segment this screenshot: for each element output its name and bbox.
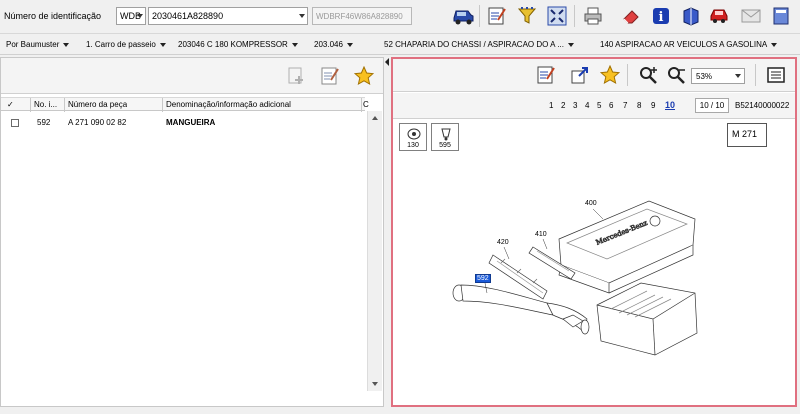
- callout-420[interactable]: 420: [497, 239, 509, 246]
- add-to-list-icon[interactable]: [285, 65, 307, 87]
- fullscreen-icon[interactable]: [546, 5, 568, 27]
- air-filter-housing: [596, 282, 698, 356]
- chevron-down-icon: [159, 42, 166, 47]
- chevron-down-icon: [771, 42, 778, 47]
- breadcrumb-item-model[interactable]: 203046 C 180 KOMPRESSOR: [178, 40, 298, 49]
- print-icon[interactable]: [582, 5, 604, 27]
- drawing-toolbar: 53%: [393, 59, 795, 92]
- table-row[interactable]: 592 A 271 090 02 82 MANGUEIRA: [1, 116, 365, 130]
- parts-list-scrollbar[interactable]: [367, 111, 382, 391]
- chevron-down-icon: [63, 42, 70, 47]
- page-link-4[interactable]: 4: [585, 101, 589, 110]
- car-service-icon[interactable]: [708, 5, 730, 27]
- help-book-icon[interactable]: [770, 5, 792, 27]
- exploded-view-drawing[interactable]: 130 595 M 271 Mercedes-Benz 400 420 410 …: [397, 123, 793, 403]
- scroll-up-icon[interactable]: [372, 116, 378, 120]
- chevron-down-icon: [291, 42, 298, 47]
- scroll-down-icon[interactable]: [372, 382, 378, 386]
- favorite-star-icon[interactable]: [353, 65, 375, 87]
- identification-label: Número de identificação: [4, 11, 102, 21]
- chassis-input[interactable]: 2030461A828890: [148, 7, 308, 25]
- edit-notes-icon[interactable]: [486, 5, 508, 27]
- intake-hose-592: [452, 284, 590, 335]
- breadcrumb-item-subgroup[interactable]: 140 ASPIRACAO AR VEICULOS A GASOLINA: [600, 40, 778, 49]
- column-header-part-number[interactable]: Número da peça: [68, 100, 127, 109]
- vehicle-icon[interactable]: [452, 5, 474, 27]
- callout-400[interactable]: 400: [585, 200, 597, 207]
- page-link-3[interactable]: 3: [573, 101, 577, 110]
- drawing-panel: 53% 1 2 3 4 5 6 7 8 9 10 10 / 10 B521400…: [391, 57, 797, 407]
- expand-window-icon[interactable]: [569, 64, 591, 86]
- chevron-down-icon: [346, 42, 353, 47]
- status-bar: [0, 407, 800, 414]
- chassis-value: 2030461A828890: [152, 11, 224, 21]
- zoom-level-value: 53%: [696, 72, 713, 81]
- callout-410[interactable]: 410: [535, 231, 547, 238]
- breadcrumb-item-baumuster[interactable]: Por Baumuster: [6, 40, 70, 49]
- prefix-select[interactable]: WDB: [116, 7, 146, 25]
- breadcrumb: Por Baumuster 1. Carro de passeio 203046…: [0, 35, 800, 55]
- top-toolbar: Número de identificação WDB 2030461A8288…: [0, 0, 800, 34]
- info-icon[interactable]: i: [650, 5, 672, 27]
- page-link-active[interactable]: 10: [665, 100, 675, 110]
- drawing-id: B52140000022: [735, 101, 790, 110]
- parts-list-toolbar: [1, 58, 383, 94]
- collapse-arrow-icon[interactable]: [384, 57, 390, 67]
- zoom-level-select[interactable]: 53%: [691, 68, 745, 84]
- callout-592-highlighted[interactable]: 592: [475, 274, 491, 283]
- edit-notes-icon[interactable]: [319, 65, 341, 87]
- row-description: MANGUEIRA: [166, 118, 216, 127]
- document-list-icon[interactable]: [765, 64, 787, 86]
- parts-filter-icon[interactable]: [516, 5, 538, 27]
- page-link-1[interactable]: 1: [549, 101, 553, 110]
- page-navigation: 1 2 3 4 5 6 7 8 9 10 10 / 10 B5214000002…: [393, 93, 795, 119]
- eraser-icon[interactable]: [620, 5, 642, 27]
- page-link-9[interactable]: 9: [651, 101, 655, 110]
- parts-diagram: Mercedes-Benz: [452, 200, 698, 356]
- row-item-no: 592: [37, 118, 51, 127]
- manual-book-icon[interactable]: [680, 5, 702, 27]
- row-part-number: A 271 090 02 82: [68, 118, 127, 127]
- column-header-select[interactable]: ✓: [7, 100, 14, 109]
- column-header-extra[interactable]: C: [363, 100, 369, 109]
- chevron-down-icon: [567, 42, 574, 47]
- page-link-7[interactable]: 7: [623, 101, 627, 110]
- column-header-description[interactable]: Denominação/informação adicional: [166, 100, 291, 109]
- breadcrumb-item-vehicle-class[interactable]: 1. Carro de passeio: [86, 40, 166, 49]
- page-link-8[interactable]: 8: [637, 101, 641, 110]
- page-counter: 10 / 10: [695, 98, 729, 113]
- panel-splitter[interactable]: [384, 57, 390, 407]
- svg-text:i: i: [659, 10, 664, 25]
- zoom-out-icon[interactable]: [665, 64, 687, 86]
- edit-notes-icon[interactable]: [535, 64, 557, 86]
- breadcrumb-item-group[interactable]: 52 CHAPARIA DO CHASSI / ASPIRACAO DO A .…: [384, 40, 574, 49]
- row-checkbox[interactable]: [11, 119, 19, 127]
- page-link-2[interactable]: 2: [561, 101, 565, 110]
- page-link-6[interactable]: 6: [609, 101, 613, 110]
- favorite-star-icon[interactable]: [599, 64, 621, 86]
- parts-list-panel: ✓ No. i... Número da peça Denominação/in…: [0, 57, 384, 407]
- mail-icon[interactable]: [740, 5, 762, 27]
- vin-value: WDBRF46W86A828890: [316, 12, 403, 21]
- column-header-item-no[interactable]: No. i...: [34, 100, 66, 109]
- vin-field: WDBRF46W86A828890: [312, 7, 412, 25]
- page-link-5[interactable]: 5: [597, 101, 601, 110]
- engine-cover-part: Mercedes-Benz: [558, 200, 696, 294]
- parts-table-header: ✓ No. i... Número da peça Denominação/in…: [1, 97, 369, 112]
- zoom-in-icon[interactable]: [637, 64, 659, 86]
- breadcrumb-item-engine[interactable]: 203.046: [314, 40, 353, 49]
